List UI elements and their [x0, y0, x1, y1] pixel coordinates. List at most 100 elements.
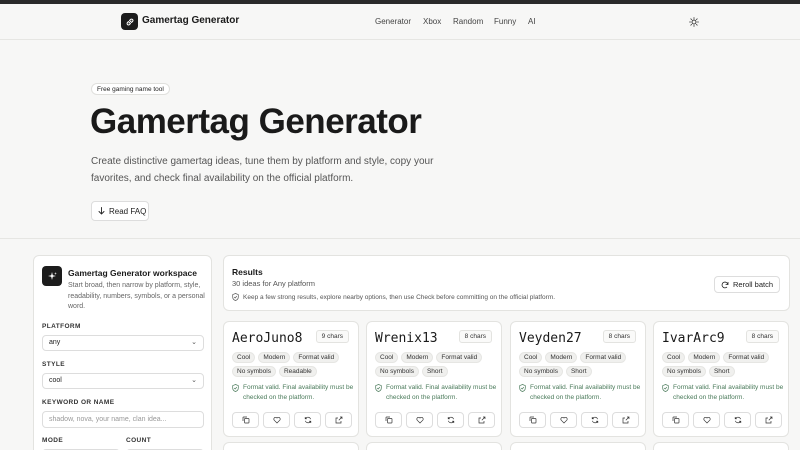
- brand-name[interactable]: Gamertag Generator: [142, 15, 239, 26]
- workspace-panel: Gamertag Generator workspace Start broad…: [33, 255, 212, 450]
- char-count-badge: 8 chars: [602, 330, 636, 343]
- tag-badge: Cool: [232, 352, 256, 363]
- validity-note: Format valid. Final availability must be…: [519, 383, 643, 403]
- favorite-button[interactable]: [693, 412, 720, 428]
- card-actions: [375, 412, 495, 428]
- shield-check-icon: [662, 384, 669, 392]
- read-faq-label: Read FAQ: [109, 206, 147, 216]
- external-link-icon: [478, 416, 486, 424]
- validity-text: Format valid. Final availability must be…: [530, 384, 641, 401]
- nav-random[interactable]: Random: [453, 17, 483, 26]
- style-value: cool: [49, 377, 62, 384]
- copy-icon: [385, 416, 393, 424]
- page-title: Gamertag Generator: [90, 102, 422, 141]
- heart-icon: [702, 416, 711, 424]
- style-select[interactable]: cool ⌄: [42, 373, 204, 389]
- tag-badge: Cool: [662, 352, 686, 363]
- tag-badge: Short: [708, 366, 735, 377]
- refresh-icon: [447, 416, 455, 424]
- card-placeholder: [653, 442, 789, 450]
- refresh-icon: [734, 416, 742, 424]
- tag-badge: No symbols: [519, 366, 563, 377]
- nav-xbox[interactable]: Xbox: [423, 17, 441, 26]
- tag-badge: No symbols: [662, 366, 706, 377]
- site-header: Gamertag Generator Generator Xbox Random…: [0, 4, 800, 40]
- copy-button[interactable]: [519, 412, 546, 428]
- favorite-button[interactable]: [550, 412, 577, 428]
- copy-icon: [529, 416, 537, 424]
- keyword-input[interactable]: shadow, nova, your name, clan idea...: [42, 411, 204, 428]
- shield-check-icon: [519, 384, 526, 392]
- chevron-down-icon: ⌄: [191, 339, 197, 346]
- logo-icon[interactable]: [121, 13, 138, 30]
- favorite-button[interactable]: [263, 412, 290, 428]
- copy-icon: [242, 416, 250, 424]
- tag-list: Cool Modern Format valid No symbols Readable: [232, 352, 356, 377]
- tag-list: Cool Modern Format valid No symbols Short: [519, 352, 643, 377]
- platform-select[interactable]: any ⌄: [42, 335, 204, 351]
- results-hint-text: Keep a few strong results, explore nearb…: [243, 293, 556, 301]
- favorite-button[interactable]: [406, 412, 433, 428]
- result-card: Wrenix13 8 chars Cool Modern Format valid N…: [366, 321, 502, 437]
- gamertag-name: Wrenix13: [375, 331, 438, 346]
- tag-badge: Format valid: [436, 352, 483, 363]
- validity-note: Format valid. Final availability must be…: [232, 383, 356, 403]
- results-subtitle: 30 ideas for Any platform: [232, 279, 315, 288]
- check-button[interactable]: [612, 412, 639, 428]
- read-faq-button[interactable]: Read FAQ: [91, 201, 149, 221]
- external-link-icon: [765, 416, 773, 424]
- card-actions: [232, 412, 352, 428]
- gamertag-name: AeroJuno8: [232, 331, 303, 346]
- card-actions: [662, 412, 782, 428]
- gamertag-name: Veyden27: [519, 331, 582, 346]
- arrow-down-icon: [98, 207, 105, 215]
- tag-badge: No symbols: [232, 366, 276, 377]
- external-link-icon: [622, 416, 630, 424]
- mode-label: MODE: [42, 437, 64, 444]
- regenerate-button[interactable]: [581, 412, 608, 428]
- check-button[interactable]: [755, 412, 782, 428]
- result-card: IvarArc9 8 chars Cool Modern Format valid N…: [653, 321, 789, 437]
- tag-badge: Readable: [278, 366, 317, 377]
- card-placeholder: [223, 442, 359, 450]
- workspace-description: Start broad, then narrow by platform, st…: [68, 282, 205, 310]
- tag-badge: Short: [421, 366, 448, 377]
- count-label: COUNT: [126, 437, 152, 444]
- validity-text: Format valid. Final availability must be…: [673, 384, 784, 401]
- keyword-label: KEYWORD OR NAME: [42, 399, 115, 406]
- nav-ai[interactable]: AI: [528, 17, 536, 26]
- card-placeholder: [510, 442, 646, 450]
- char-count-badge: 9 chars: [315, 330, 349, 343]
- copy-icon: [672, 416, 680, 424]
- regenerate-button[interactable]: [437, 412, 464, 428]
- hero-badge: Free gaming name tool: [91, 83, 170, 95]
- refresh-icon: [304, 416, 312, 424]
- refresh-icon: [721, 281, 729, 288]
- char-count-badge: 8 chars: [458, 330, 492, 343]
- gamertag-name: IvarArc9: [662, 331, 725, 346]
- copy-button[interactable]: [662, 412, 689, 428]
- platform-value: any: [49, 339, 61, 346]
- check-button[interactable]: [468, 412, 495, 428]
- tag-list: Cool Modern Format valid No symbols Short: [375, 352, 499, 377]
- reroll-label: Reroll batch: [732, 280, 774, 289]
- tag-badge: Modern: [401, 352, 434, 363]
- workspace-title: Gamertag Generator workspace: [68, 268, 197, 278]
- nav-funny[interactable]: Funny: [494, 17, 516, 26]
- regenerate-button[interactable]: [724, 412, 751, 428]
- regenerate-button[interactable]: [294, 412, 321, 428]
- tag-badge: Cool: [375, 352, 399, 363]
- tag-badge: Modern: [545, 352, 578, 363]
- sun-icon[interactable]: [689, 17, 699, 27]
- validity-text: Format valid. Final availability must be…: [243, 384, 354, 401]
- char-count-badge: 8 chars: [745, 330, 779, 343]
- copy-button[interactable]: [232, 412, 259, 428]
- validity-note: Format valid. Final availability must be…: [375, 383, 499, 403]
- heart-icon: [272, 416, 281, 424]
- refresh-icon: [591, 416, 599, 424]
- reroll-batch-button[interactable]: Reroll batch: [714, 276, 780, 293]
- check-button[interactable]: [325, 412, 352, 428]
- result-card: Veyden27 8 chars Cool Modern Format valid N…: [510, 321, 646, 437]
- copy-button[interactable]: [375, 412, 402, 428]
- nav-generator[interactable]: Generator: [375, 17, 411, 26]
